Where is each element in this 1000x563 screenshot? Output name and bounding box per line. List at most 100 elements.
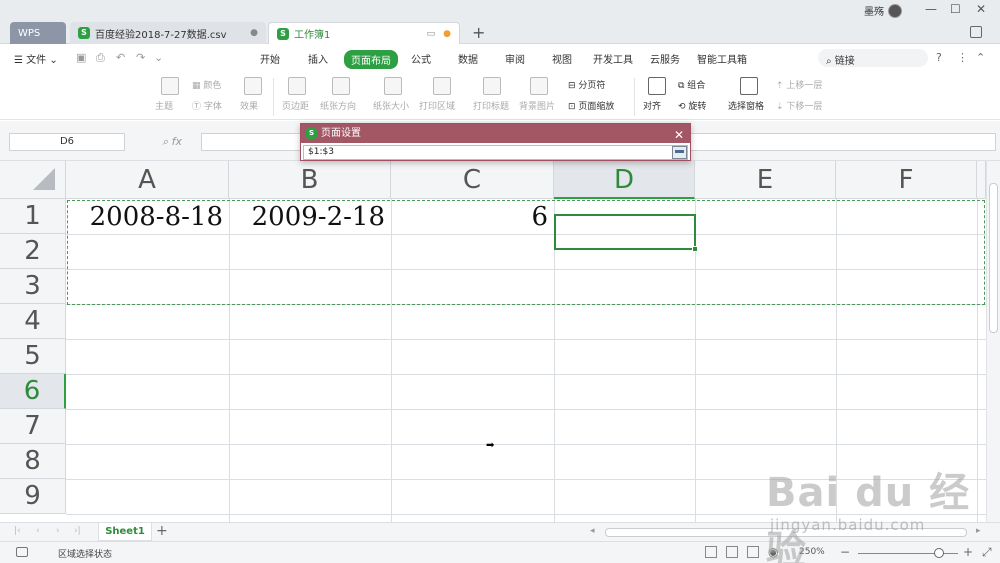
selection-pane-icon[interactable] [740,77,758,95]
sidebar-toggle-icon[interactable] [970,26,982,38]
expand-dialog-icon[interactable] [672,146,687,159]
row-header-1[interactable]: 1 [0,199,66,234]
effects-button[interactable]: 效果 [240,99,258,112]
column-header-partial[interactable] [977,161,986,199]
select-all-corner[interactable] [0,161,66,199]
margins-icon[interactable] [288,77,306,95]
print-titles-button[interactable]: 打印标题 [473,99,509,112]
vertical-scroll-thumb[interactable] [989,183,998,333]
print-icon[interactable]: ⎙ [96,51,105,65]
row-header-5[interactable]: 5 [0,339,66,374]
tab-smart-toolbox[interactable]: 智能工具箱 [691,50,753,67]
column-header-a[interactable]: A [66,161,229,199]
new-tab-button[interactable]: + [472,23,485,42]
print-area-icon[interactable] [433,77,451,95]
colors-button[interactable]: ▦ 颜色 [192,78,221,91]
active-cell-d6[interactable] [554,214,698,252]
page-break-view-icon[interactable] [747,546,759,558]
maximize-icon[interactable]: ☐ [950,2,961,16]
search-input[interactable]: ⌕ 链接 [818,49,928,67]
scroll-left-icon[interactable]: ◂ [590,526,595,536]
help-icon[interactable]: ? [936,51,942,64]
tab-developer[interactable]: 开发工具 [587,50,639,67]
selection-pane-button[interactable]: 选择窗格 [728,99,764,112]
monitor-icon[interactable]: ▭ [427,29,436,39]
rotate-button[interactable]: ⟲ 旋转 [678,99,706,112]
margins-button[interactable]: 页边距 [282,99,309,112]
tab-review[interactable]: 审阅 [499,50,531,67]
user-account[interactable]: 墨殇 [864,3,902,18]
row-header-4[interactable]: 4 [0,304,66,339]
collapse-ribbon-icon[interactable]: ⌃ [976,51,985,64]
add-sheet-button[interactable]: + [156,523,168,539]
print-area-button[interactable]: 打印区域 [419,99,455,112]
column-header-d[interactable]: D [554,161,695,199]
tab-close-dot-icon[interactable]: ● [250,28,258,38]
effects-icon[interactable] [244,77,262,95]
column-header-b[interactable]: B [229,161,391,199]
redo-icon[interactable]: ↷ [136,51,145,64]
column-header-c[interactable]: C [391,161,554,199]
page-break-button[interactable]: ⊟ 分页符 [568,78,605,91]
orientation-icon[interactable] [332,77,350,95]
tab-cloud[interactable]: 云服务 [644,50,686,67]
baidu-watermark: Bai du 经验 [766,470,971,563]
tab-workbook[interactable]: S 工作簿1 ▭ ● [268,22,460,44]
tab-view[interactable]: 视图 [546,50,578,67]
row-header-2[interactable]: 2 [0,234,66,269]
sheet-tab-sheet1[interactable]: Sheet1 [98,523,152,541]
status-mode-icon[interactable] [16,547,28,557]
row-header-6[interactable]: 6 [0,374,66,409]
row-header-7[interactable]: 7 [0,409,66,444]
name-box[interactable]: D6 [9,133,125,151]
background-image-button[interactable]: 背景图片 [519,99,555,112]
paper-size-button[interactable]: 纸张大小 [373,99,409,112]
background-image-icon[interactable] [530,77,548,95]
more-icon[interactable]: ⋮ [957,51,968,64]
normal-view-icon[interactable] [705,546,717,558]
theme-button[interactable]: 主题 [155,99,173,112]
customize-quick-access-icon[interactable]: ⌄ [154,51,163,64]
row-header-9[interactable]: 9 [0,479,66,514]
send-backward-button[interactable]: ⇣ 下移一层 [776,99,822,112]
bring-forward-button[interactable]: ⇡ 上移一层 [776,78,822,91]
align-icon[interactable] [648,77,666,95]
tab-formulas[interactable]: 公式 [405,50,437,67]
prev-sheet-icon[interactable]: ‹ [36,526,40,536]
fonts-button[interactable]: Ⓣ 字体 [192,99,222,112]
close-icon[interactable]: ✕ [976,2,986,16]
tab-data[interactable]: 数据 [452,50,484,67]
tab-csv-document[interactable]: S 百度经验2018-7-27数据.csv ● [70,22,266,44]
tab-insert[interactable]: 插入 [302,50,334,67]
theme-icon[interactable] [161,77,179,95]
page-layout-view-icon[interactable] [726,546,738,558]
print-titles-range-input[interactable]: $1:$3 [303,145,688,160]
tab-wps-home[interactable]: WPS [10,22,66,44]
tab-home[interactable]: 开始 [254,50,286,67]
zoom-icon[interactable]: ⌕ [162,135,172,148]
fx-icon[interactable]: fx [172,135,182,148]
last-sheet-icon[interactable]: ›| [74,526,81,536]
orientation-button[interactable]: 纸张方向 [320,99,356,112]
row-header-8[interactable]: 8 [0,444,66,479]
row-header-3[interactable]: 3 [0,269,66,304]
align-button[interactable]: 对齐 [643,99,661,112]
dialog-title-bar[interactable]: S 页面设置 ✕ [301,124,690,143]
avatar[interactable] [888,3,902,18]
tab-page-layout[interactable]: 页面布局 [344,50,398,69]
fill-handle[interactable] [692,246,698,252]
next-sheet-icon[interactable]: › [56,526,60,536]
group-button[interactable]: ⧉ 组合 [678,78,705,91]
minimize-icon[interactable]: — [925,2,937,16]
close-icon[interactable]: ✕ [674,126,684,145]
undo-icon[interactable]: ↶ [116,51,125,64]
unsaved-dot-icon[interactable]: ● [443,29,451,39]
print-titles-icon[interactable] [483,77,501,95]
page-zoom-button[interactable]: ⊡ 页面缩放 [568,99,614,112]
file-menu-button[interactable]: ☰ 文件 ⌄ [14,51,58,66]
save-icon[interactable]: ▣ [76,51,86,64]
paper-size-icon[interactable] [384,77,402,95]
first-sheet-icon[interactable]: |‹ [14,526,21,536]
column-header-e[interactable]: E [695,161,836,199]
column-header-f[interactable]: F [836,161,977,199]
